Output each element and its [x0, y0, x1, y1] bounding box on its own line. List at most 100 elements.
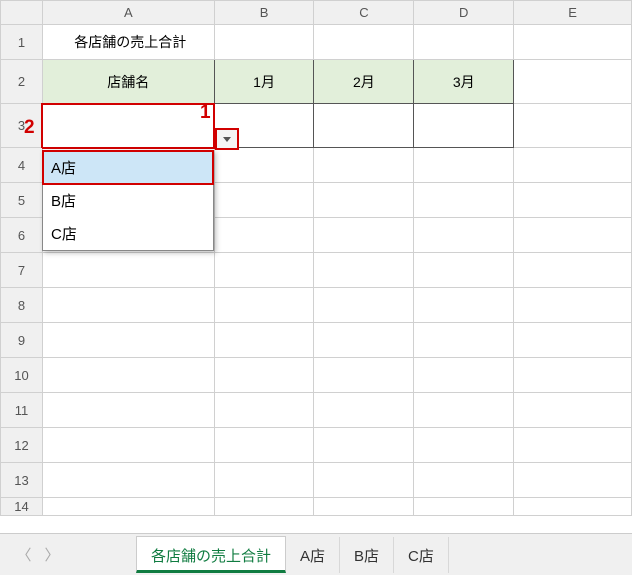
cell-D7[interactable] [414, 253, 514, 288]
row-header-12[interactable]: 12 [1, 428, 43, 463]
cell-C11[interactable] [314, 393, 414, 428]
col-header-A[interactable]: A [42, 1, 214, 25]
row-header-13[interactable]: 13 [1, 463, 43, 498]
cell-E4[interactable] [514, 148, 632, 183]
cell-E2[interactable] [514, 60, 632, 104]
sheet-tab-bar: 〈 〉 各店舗の売上合計 A店 B店 C店 [0, 533, 632, 575]
cell-D2[interactable]: 3月 [414, 60, 514, 104]
cell-A11[interactable] [42, 393, 214, 428]
row-header-3[interactable]: 3 [1, 104, 43, 148]
data-validation-dropdown-list[interactable]: A店 B店 C店 [42, 150, 214, 251]
cell-E11[interactable] [514, 393, 632, 428]
cell-D6[interactable] [414, 218, 514, 253]
chevron-down-icon [223, 137, 231, 142]
cell-A13[interactable] [42, 463, 214, 498]
cell-D3[interactable] [414, 104, 514, 148]
cell-C5[interactable] [314, 183, 414, 218]
cell-D14[interactable] [414, 498, 514, 516]
cell-C8[interactable] [314, 288, 414, 323]
cell-D12[interactable] [414, 428, 514, 463]
cell-C10[interactable] [314, 358, 414, 393]
spreadsheet-grid[interactable]: A B C D E 1 各店舗の売上合計 2 店舗名 1月 2月 3月 3 [0, 0, 632, 516]
cell-E6[interactable] [514, 218, 632, 253]
row-header-14[interactable]: 14 [1, 498, 43, 516]
row-header-11[interactable]: 11 [1, 393, 43, 428]
row-header-6[interactable]: 6 [1, 218, 43, 253]
cell-D11[interactable] [414, 393, 514, 428]
cell-B2[interactable]: 1月 [214, 60, 314, 104]
cell-B10[interactable] [214, 358, 314, 393]
cell-B5[interactable] [214, 183, 314, 218]
row-header-9[interactable]: 9 [1, 323, 43, 358]
dropdown-item-0[interactable]: A店 [43, 151, 213, 184]
cell-C9[interactable] [314, 323, 414, 358]
cell-E7[interactable] [514, 253, 632, 288]
cell-E8[interactable] [514, 288, 632, 323]
cell-B7[interactable] [214, 253, 314, 288]
cell-C4[interactable] [314, 148, 414, 183]
cell-D5[interactable] [414, 183, 514, 218]
select-all-corner[interactable] [1, 1, 43, 25]
cell-B11[interactable] [214, 393, 314, 428]
col-header-E[interactable]: E [514, 1, 632, 25]
cell-C6[interactable] [314, 218, 414, 253]
sheet-tab-1[interactable]: A店 [286, 537, 340, 573]
cell-A7[interactable] [42, 253, 214, 288]
sheet-nav-prev[interactable]: 〈 [10, 541, 38, 569]
row-header-4[interactable]: 4 [1, 148, 43, 183]
row-header-8[interactable]: 8 [1, 288, 43, 323]
sheet-nav-next[interactable]: 〉 [38, 541, 66, 569]
data-validation-dropdown-button[interactable] [215, 128, 239, 150]
cell-E5[interactable] [514, 183, 632, 218]
cell-A3[interactable] [42, 104, 214, 148]
cell-D4[interactable] [414, 148, 514, 183]
cell-C1[interactable] [314, 25, 414, 60]
col-header-C[interactable]: C [314, 1, 414, 25]
cell-A1[interactable]: 各店舗の売上合計 [42, 25, 214, 60]
row-header-2[interactable]: 2 [1, 60, 43, 104]
cell-C7[interactable] [314, 253, 414, 288]
cell-B1[interactable] [214, 25, 314, 60]
cell-A9[interactable] [42, 323, 214, 358]
cell-D8[interactable] [414, 288, 514, 323]
cell-A14[interactable] [42, 498, 214, 516]
cell-C2[interactable]: 2月 [314, 60, 414, 104]
sheet-tab-0[interactable]: 各店舗の売上合計 [136, 536, 286, 573]
sheet-tab-2[interactable]: B店 [340, 537, 394, 573]
cell-E10[interactable] [514, 358, 632, 393]
cell-B9[interactable] [214, 323, 314, 358]
cell-E14[interactable] [514, 498, 632, 516]
cell-B14[interactable] [214, 498, 314, 516]
cell-A2[interactable]: 店舗名 [42, 60, 214, 104]
dropdown-item-2[interactable]: C店 [43, 217, 213, 250]
cell-E13[interactable] [514, 463, 632, 498]
cell-B4[interactable] [214, 148, 314, 183]
cell-E3[interactable] [514, 104, 632, 148]
row-header-1[interactable]: 1 [1, 25, 43, 60]
row-header-7[interactable]: 7 [1, 253, 43, 288]
cell-A8[interactable] [42, 288, 214, 323]
cell-C13[interactable] [314, 463, 414, 498]
cell-E9[interactable] [514, 323, 632, 358]
cell-C12[interactable] [314, 428, 414, 463]
cell-B13[interactable] [214, 463, 314, 498]
dropdown-item-1[interactable]: B店 [43, 184, 213, 217]
cell-B12[interactable] [214, 428, 314, 463]
col-header-D[interactable]: D [414, 1, 514, 25]
cell-D10[interactable] [414, 358, 514, 393]
cell-E12[interactable] [514, 428, 632, 463]
row-header-10[interactable]: 10 [1, 358, 43, 393]
cell-B6[interactable] [214, 218, 314, 253]
cell-A12[interactable] [42, 428, 214, 463]
sheet-tab-3[interactable]: C店 [394, 537, 449, 573]
col-header-B[interactable]: B [214, 1, 314, 25]
row-header-5[interactable]: 5 [1, 183, 43, 218]
cell-D1[interactable] [414, 25, 514, 60]
cell-D9[interactable] [414, 323, 514, 358]
cell-D13[interactable] [414, 463, 514, 498]
cell-E1[interactable] [514, 25, 632, 60]
cell-B8[interactable] [214, 288, 314, 323]
cell-C3[interactable] [314, 104, 414, 148]
cell-A10[interactable] [42, 358, 214, 393]
cell-C14[interactable] [314, 498, 414, 516]
